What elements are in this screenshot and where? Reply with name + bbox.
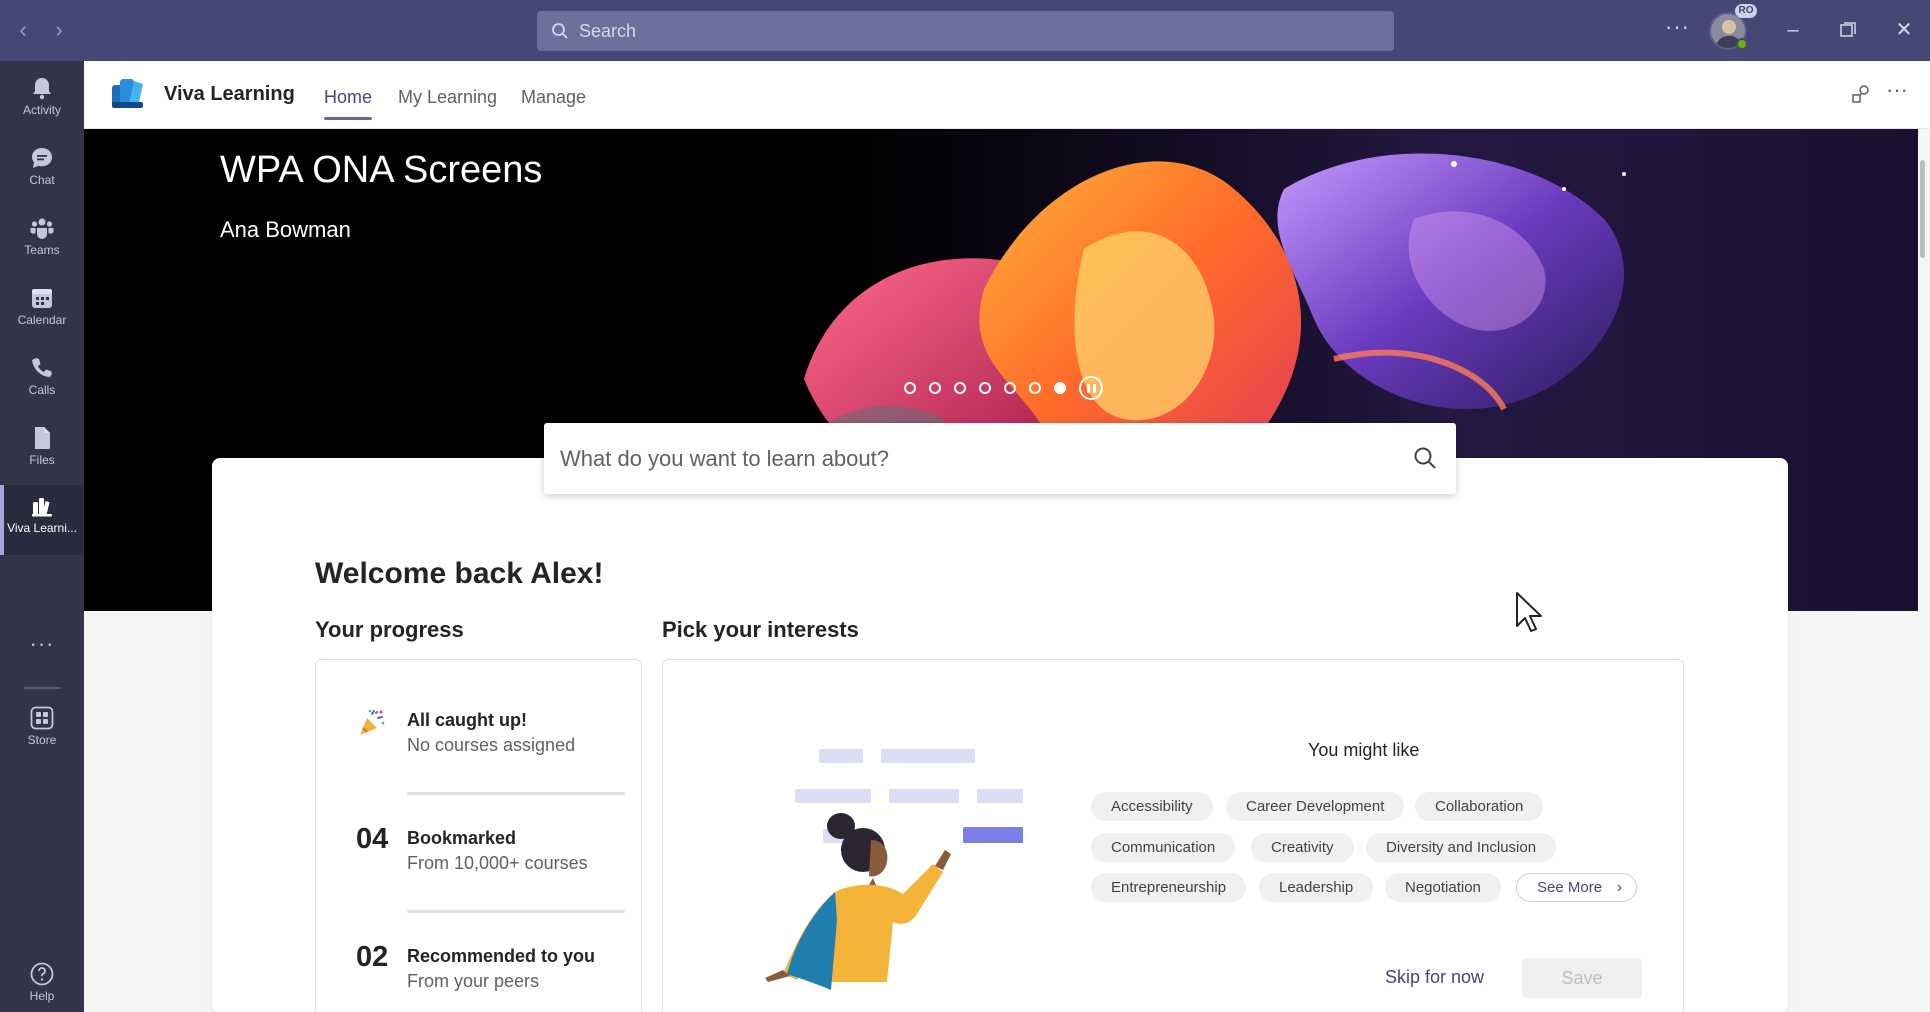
rail-item-label: Calendar <box>17 313 67 327</box>
interest-chip-leadership[interactable]: Leadership <box>1259 873 1374 902</box>
more-apps-icon[interactable]: ··· <box>0 631 84 657</box>
minimize-icon[interactable]: – <box>1779 16 1807 44</box>
caught-up-title: All caught up! <box>407 710 527 730</box>
presence-status-icon <box>1736 38 1748 50</box>
interest-chip-diversity-and-inclusion[interactable]: Diversity and Inclusion <box>1366 833 1557 862</box>
store-icon <box>30 706 54 730</box>
app-header: Viva Learning Home My Learning Manage ··… <box>84 61 1930 129</box>
hero-title: WPA ONA Screens <box>220 149 543 191</box>
viva-learning-icon <box>32 498 52 517</box>
rail-item-label: Files <box>29 453 55 467</box>
more-options-icon[interactable]: ··· <box>1886 77 1908 103</box>
viva-learning-logo <box>112 79 143 108</box>
app-rail: Activity Chat Teams Calendar Calls Files… <box>0 61 84 1012</box>
bookmarked-title: Bookmarked <box>407 828 517 848</box>
rail-item-label: Help <box>29 989 55 1003</box>
phone-icon <box>32 358 52 377</box>
bell-icon <box>33 78 51 100</box>
rail-item-label: Calls <box>28 383 56 397</box>
avatar-badge: RO <box>1735 4 1757 18</box>
interest-chip-negotiation[interactable]: Negotiation <box>1385 873 1501 902</box>
tab-my-learning[interactable]: My Learning <box>398 87 497 108</box>
more-options-icon[interactable]: ··· <box>1665 14 1690 40</box>
progress-panel: All caught up! No courses assigned 04 Bo… <box>315 659 642 1012</box>
title-bar: ‹ › Search ··· RO – ✕ <box>0 0 1930 61</box>
rail-item-help[interactable]: Help <box>0 953 84 1012</box>
rail-item-label: Store <box>27 733 57 747</box>
restore-icon[interactable] <box>1834 16 1862 44</box>
progress-divider <box>407 792 625 795</box>
rail-item-label: Activity <box>22 103 61 117</box>
tab-home[interactable]: Home <box>324 87 373 120</box>
rail-item-label: Chat <box>29 173 55 187</box>
party-popper-icon <box>360 709 385 735</box>
carousel-dot[interactable] <box>979 382 991 394</box>
interest-chip-accessibility[interactable]: Accessibility <box>1091 792 1213 821</box>
rail-item-calendar[interactable]: Calendar <box>0 277 84 343</box>
search-icon <box>552 23 568 39</box>
interest-chip-collaboration[interactable]: Collaboration <box>1415 792 1544 821</box>
bookmarked-count: 04 <box>356 823 389 855</box>
help-icon <box>30 962 54 986</box>
interest-chip-creativity[interactable]: Creativity <box>1251 833 1354 862</box>
rail-item-store[interactable]: Store <box>0 697 84 763</box>
search-icon[interactable] <box>1412 445 1438 471</box>
chevron-right-icon: › <box>1616 879 1623 896</box>
interest-chip-communication[interactable]: Communication <box>1091 833 1236 862</box>
back-arrow-icon[interactable]: ‹ <box>10 17 36 43</box>
learning-illustration <box>765 749 1023 990</box>
welcome-heading: Welcome back Alex! <box>315 557 604 590</box>
rail-item-activity[interactable]: Activity <box>0 67 84 133</box>
carousel-dot[interactable] <box>929 382 941 394</box>
global-search-placeholder: Search <box>579 20 637 41</box>
rail-item-files[interactable]: Files <box>0 417 84 483</box>
rail-item-label: Viva Learni... <box>7 521 77 535</box>
carousel-dot[interactable] <box>1029 382 1041 394</box>
global-search-input[interactable]: Search <box>537 11 1394 51</box>
carousel-dot[interactable] <box>1004 382 1016 394</box>
close-icon[interactable]: ✕ <box>1890 16 1918 44</box>
interest-chip-career-development[interactable]: Career Development <box>1226 792 1405 821</box>
rail-divider <box>24 687 60 689</box>
carousel-dot-active[interactable] <box>1054 382 1066 394</box>
rail-item-calls[interactable]: Calls <box>0 347 84 413</box>
carousel-pause-icon[interactable] <box>1079 376 1103 400</box>
mouse-cursor-icon <box>1516 592 1542 632</box>
progress-heading: Your progress <box>315 617 464 642</box>
calendar-icon <box>32 289 52 308</box>
learning-search-input[interactable]: What do you want to learn about? <box>544 423 1456 494</box>
forward-arrow-icon[interactable]: › <box>46 17 72 43</box>
carousel-indicator <box>904 376 1103 400</box>
progress-divider <box>407 910 625 913</box>
teams-icon <box>30 218 54 239</box>
recommended-subtitle: From your peers <box>407 971 540 991</box>
skip-for-now-button[interactable]: Skip for now <box>1385 967 1484 988</box>
hero-author: Ana Bowman <box>220 217 351 242</box>
might-like-label: You might like <box>1308 740 1420 760</box>
rail-item-label: Teams <box>24 243 60 257</box>
popout-icon[interactable] <box>1850 83 1872 111</box>
rail-item-viva-learning[interactable]: Viva Learni... <box>0 485 84 555</box>
file-icon <box>35 427 50 449</box>
see-more-label: See More <box>1537 879 1603 896</box>
carousel-dot[interactable] <box>954 382 966 394</box>
scrollbar-thumb[interactable] <box>1920 160 1925 258</box>
save-button[interactable]: Save <box>1522 958 1642 998</box>
learning-search-placeholder: What do you want to learn about? <box>560 446 889 471</box>
carousel-dot[interactable] <box>904 382 916 394</box>
chat-icon <box>32 148 52 168</box>
caught-up-subtitle: No courses assigned <box>407 735 576 755</box>
tab-manage[interactable]: Manage <box>521 87 586 108</box>
see-more-button[interactable]: See More › <box>1516 873 1638 902</box>
app-name: Viva Learning <box>164 83 295 105</box>
interest-chip-entrepreneurship[interactable]: Entrepreneurship <box>1091 873 1247 902</box>
rail-item-teams[interactable]: Teams <box>0 207 84 273</box>
interests-heading: Pick your interests <box>662 617 859 642</box>
recommended-count: 02 <box>356 941 389 973</box>
recommended-title: Recommended to you <box>407 946 596 966</box>
rail-item-chat[interactable]: Chat <box>0 137 84 203</box>
bookmarked-subtitle: From 10,000+ courses <box>407 853 588 873</box>
